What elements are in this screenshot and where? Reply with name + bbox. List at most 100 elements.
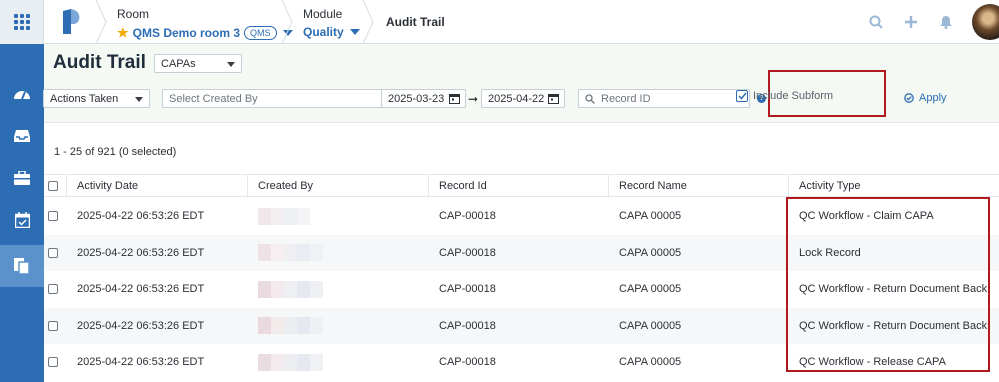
search-icon xyxy=(585,93,595,104)
documents-icon xyxy=(14,258,30,274)
breadcrumb-current-page: Audit Trail xyxy=(386,15,445,29)
dashboard-icon xyxy=(14,91,30,100)
chevron-down-icon xyxy=(227,62,235,67)
checkbox-icon xyxy=(48,180,58,191)
chevron-down-icon[interactable] xyxy=(349,29,360,35)
breadcrumb-separator xyxy=(363,0,374,44)
page-title: Audit Trail xyxy=(53,52,146,73)
record-id-placeholder: Record ID xyxy=(601,92,651,105)
sidebar-item-inbox[interactable] xyxy=(0,116,44,156)
bell-icon[interactable] xyxy=(936,12,956,32)
cell-record-id[interactable]: CAP-00018 xyxy=(429,198,496,234)
include-subform-label: Include Subform xyxy=(753,90,834,102)
checkbox-icon xyxy=(48,211,58,221)
cell-activity-date: 2025-04-22 06:53:26 EDT xyxy=(77,246,205,259)
apply-label: Apply xyxy=(919,92,947,104)
cell-record-id[interactable]: CAP-00018 xyxy=(429,271,496,307)
apps-grid-icon xyxy=(13,14,30,30)
cell-activity-date: 2025-04-22 06:53:26 EDT xyxy=(77,319,205,332)
column-header-activity-type[interactable]: Activity Type xyxy=(789,175,861,196)
module-selector[interactable]: Module Quality xyxy=(303,7,360,39)
apps-grid-button[interactable] xyxy=(0,0,44,44)
action-select[interactable]: Actions Taken xyxy=(43,89,150,108)
briefcase-icon xyxy=(14,171,30,185)
cell-activity-date: 2025-04-22 06:53:26 EDT xyxy=(77,356,205,369)
cell-activity-date: 2025-04-22 06:53:26 EDT xyxy=(77,283,205,296)
cell-record-name[interactable]: CAPA 00005 xyxy=(609,271,681,307)
cell-created-by xyxy=(248,344,323,380)
sidebar xyxy=(0,44,44,382)
checkbox-icon xyxy=(48,357,58,368)
module-label: Module xyxy=(303,7,343,21)
plus-icon[interactable] xyxy=(901,12,921,32)
sidebar-item-dashboard[interactable] xyxy=(0,74,44,114)
audit-trail-header: Audit Trail CAPAs Actions Taken Select C… xyxy=(43,44,999,123)
cell-record-name[interactable]: CAPA 00005 xyxy=(609,235,681,271)
action-value: Actions Taken xyxy=(50,92,119,105)
cell-activity-date: 2025-04-22 06:53:26 EDT xyxy=(77,210,205,222)
highlight-box xyxy=(786,197,990,372)
cell-record-id[interactable]: CAP-00018 xyxy=(429,344,496,380)
cell-record-name[interactable]: CAPA 00005 xyxy=(609,198,681,234)
redacted-name xyxy=(258,244,323,262)
cell-record-id[interactable]: CAP-00018 xyxy=(429,235,496,271)
table-header-row: Activity Date Created By Record Id Recor… xyxy=(44,174,999,197)
module-name: Quality xyxy=(303,25,344,39)
date-to-value: 2025-04-22 xyxy=(488,92,545,105)
date-range-arrow: ➞ xyxy=(468,92,479,106)
check-circle-icon xyxy=(904,93,914,103)
redacted-name xyxy=(258,280,323,298)
column-header-record-id[interactable]: Record Id xyxy=(429,175,487,196)
row-checkbox[interactable] xyxy=(44,271,66,307)
row-checkbox[interactable] xyxy=(44,344,66,380)
room-name: QMS Demo room 3 xyxy=(132,26,241,40)
column-header-created-by[interactable]: Created By xyxy=(248,175,313,196)
inbox-icon xyxy=(14,130,30,142)
cell-record-name[interactable]: CAPA 00005 xyxy=(609,344,681,380)
search-icon[interactable] xyxy=(866,12,886,32)
checkbox-icon xyxy=(48,247,58,258)
date-to-field[interactable]: 2025-04-22 xyxy=(481,89,565,108)
column-header-activity-date[interactable]: Activity Date xyxy=(67,175,138,196)
star-icon[interactable]: ★ xyxy=(117,25,129,41)
calendar-icon[interactable] xyxy=(449,93,460,104)
calendar-check-icon xyxy=(14,212,30,228)
breadcrumb-separator xyxy=(96,0,107,44)
sidebar-item-documents[interactable] xyxy=(0,245,44,287)
checkbox-checked-icon[interactable] xyxy=(736,90,748,102)
breadcrumb-separator xyxy=(282,0,293,44)
created-by-select[interactable]: Select Created By xyxy=(162,89,415,108)
checkbox-icon xyxy=(48,284,58,295)
sidebar-item-calendar[interactable] xyxy=(0,200,44,240)
cell-record-name[interactable]: CAPA 00005 xyxy=(609,308,681,344)
room-label: Room xyxy=(117,7,150,21)
user-avatar[interactable] xyxy=(972,4,999,40)
room-type-badge: QMS xyxy=(244,26,277,40)
redacted-name xyxy=(258,317,323,335)
include-subform-checkbox[interactable]: Include Subform xyxy=(736,90,833,102)
record-type-value: CAPAs xyxy=(161,57,196,70)
top-bar: Room ★ QMS Demo room 3 QMS Module Qualit… xyxy=(0,0,999,44)
row-checkbox[interactable] xyxy=(44,308,66,344)
redacted-name xyxy=(258,353,323,371)
result-count: 1 - 25 of 921 (0 selected) xyxy=(54,146,177,158)
calendar-icon[interactable] xyxy=(548,93,559,104)
cell-record-id[interactable]: CAP-00018 xyxy=(429,308,496,344)
record-type-select[interactable]: CAPAs xyxy=(154,54,242,73)
row-checkbox[interactable] xyxy=(44,198,66,234)
apply-button[interactable]: Apply xyxy=(904,92,947,104)
row-checkbox[interactable] xyxy=(44,235,66,271)
room-selector[interactable]: Room ★ QMS Demo room 3 QMS xyxy=(117,7,293,41)
column-header-record-name[interactable]: Record Name xyxy=(609,175,687,196)
record-id-input[interactable]: Record ID xyxy=(578,89,750,108)
cell-created-by xyxy=(248,308,323,344)
app-logo[interactable] xyxy=(55,7,85,37)
redacted-name xyxy=(258,207,310,225)
cell-created-by xyxy=(248,271,323,307)
sidebar-item-briefcase[interactable] xyxy=(0,158,44,198)
cell-created-by xyxy=(248,235,323,271)
chevron-down-icon xyxy=(135,97,143,102)
date-from-field[interactable]: 2025-03-23 xyxy=(381,89,466,108)
date-from-value: 2025-03-23 xyxy=(388,92,445,105)
select-all-checkbox[interactable] xyxy=(44,175,66,196)
